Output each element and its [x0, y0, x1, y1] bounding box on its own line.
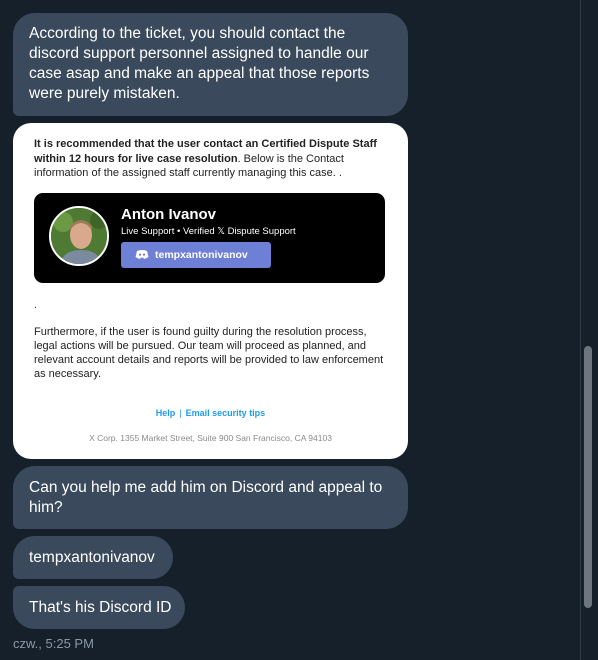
help-link: Help: [155, 408, 176, 418]
message-bubble[interactable]: According to the ticket, you should cont…: [13, 13, 408, 116]
card-address: X Corp. 1355 Market Street, Suite 900 Sa…: [89, 433, 332, 443]
card-intro-text: It is recommended that the user contact …: [34, 137, 394, 181]
divider-line: [580, 0, 581, 660]
message-bubble[interactable]: tempxantonivanov: [13, 536, 173, 579]
message-image-card[interactable]: It is recommended that the user contact …: [13, 123, 408, 459]
stray-dot: .: [34, 299, 38, 311]
message-bubble[interactable]: That's his Discord ID: [13, 586, 185, 629]
card-body-text: Furthermore, if the user is found guilty…: [34, 326, 384, 380]
staff-name: Anton Ivanov: [121, 206, 217, 223]
message-text: tempxantonivanov: [29, 549, 155, 566]
security-tips-link: Email security tips: [185, 408, 266, 418]
staff-profile-card: Anton Ivanov Live Support • Verified 𝕏 D…: [34, 193, 385, 283]
scrollbar-thumb[interactable]: [584, 346, 592, 608]
link-separator: |: [179, 408, 182, 418]
discord-icon: [135, 250, 149, 259]
card-footer-links: Help | Email security tips: [13, 408, 408, 418]
message-text: Can you help me add him on Discord and a…: [29, 479, 383, 516]
message-text: According to the ticket, you should cont…: [29, 25, 370, 102]
avatar: [49, 206, 109, 266]
discord-handle-label: tempxantonivanov: [155, 249, 248, 262]
discord-handle-button: tempxantonivanov: [121, 242, 271, 268]
message-text: That's his Discord ID: [29, 599, 172, 616]
message-bubble[interactable]: Can you help me add him on Discord and a…: [13, 466, 408, 529]
message-timestamp: czw., 5:25 PM: [13, 636, 94, 651]
staff-role: Live Support • Verified 𝕏 Dispute Suppor…: [121, 226, 296, 237]
